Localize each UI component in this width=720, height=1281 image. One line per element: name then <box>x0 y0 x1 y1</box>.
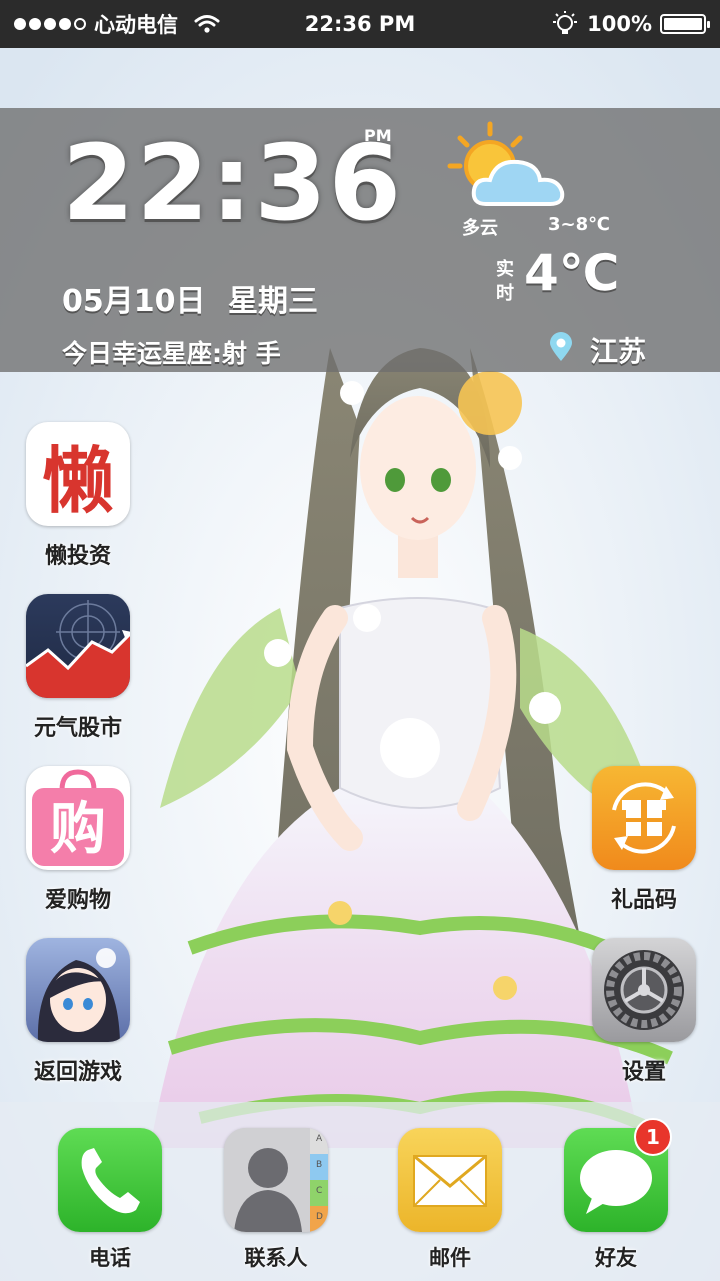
stock-chart-icon <box>26 594 130 698</box>
carrier-name: 心动电信 <box>94 13 178 37</box>
mail-icon <box>398 1128 502 1232</box>
shopping-bag-icon: 购 <box>26 766 130 870</box>
gear-icon <box>592 938 696 1042</box>
battery-icon <box>660 14 710 34</box>
game-avatar-icon <box>26 938 130 1042</box>
phone-icon <box>58 1128 162 1232</box>
app-ai-shopping[interactable]: 购 爱购物 <box>18 766 138 914</box>
lantouzi-icon: 懒 <box>26 422 130 526</box>
dock: 电话 A B C D 联系人 邮件 1 好友 <box>0 1102 720 1281</box>
app-label: 懒投资 <box>44 544 111 569</box>
app-label: 电话 <box>89 1246 131 1270</box>
app-label: 邮件 <box>429 1246 471 1270</box>
clock-weather-widget[interactable]: 22:36 PM 05月10日 星期三 今日幸运星座:射 手 多云 3~8℃ 实… <box>0 108 720 372</box>
contacts-tab-a: A <box>316 1134 323 1144</box>
realtime-label: 实时 <box>496 259 514 304</box>
widget-clock: 22:36 <box>62 122 404 244</box>
contacts-tab-b: B <box>316 1160 323 1170</box>
partly-cloudy-icon <box>447 121 565 206</box>
app-lantouzi[interactable]: 懒 懒投资 <box>18 422 138 570</box>
current-temperature: 4℃ <box>524 244 620 302</box>
dock-mail[interactable]: 邮件 <box>390 1128 510 1272</box>
app-label: 返回游戏 <box>33 1060 122 1085</box>
app-label: 联系人 <box>244 1246 308 1270</box>
lantouzi-glyph: 懒 <box>41 438 114 523</box>
contacts-icon: A B C D <box>224 1128 328 1232</box>
app-settings[interactable]: 设置 <box>584 938 704 1086</box>
dock-messages[interactable]: 1 好友 <box>556 1118 676 1272</box>
dock-contacts[interactable]: A B C D 联系人 <box>216 1128 336 1272</box>
wifi-icon <box>194 15 220 33</box>
lightbulb-icon <box>553 11 578 34</box>
gift-icon <box>592 766 696 870</box>
app-label: 爱购物 <box>44 888 111 913</box>
battery-percent: 100% <box>587 12 652 36</box>
widget-ampm: PM <box>364 126 392 145</box>
notification-badge: 1 <box>634 1118 672 1156</box>
weather-range: 3~8℃ <box>548 214 610 235</box>
weather-condition: 多云 <box>462 218 498 239</box>
app-label: 礼品码 <box>610 888 677 913</box>
app-gift-code[interactable]: 礼品码 <box>584 766 704 914</box>
location-pin-icon <box>550 332 572 361</box>
contacts-tab-c: C <box>316 1186 323 1196</box>
location-name: 江苏 <box>590 335 647 368</box>
app-return-game[interactable]: 返回游戏 <box>18 938 138 1086</box>
widget-weekday: 星期三 <box>228 284 318 319</box>
widget-date: 05月10日 <box>62 284 206 319</box>
shopping-glyph: 购 <box>50 796 106 862</box>
app-label: 设置 <box>621 1060 666 1085</box>
dock-phone[interactable]: 电话 <box>50 1128 170 1272</box>
status-bar: 心动电信 22:36 PM 100% <box>0 0 720 48</box>
signal-strength-icon <box>14 18 86 30</box>
messages-icon: 1 <box>564 1118 672 1232</box>
app-label: 元气股市 <box>33 716 122 741</box>
app-label: 好友 <box>595 1246 637 1270</box>
app-yuanqi-stock[interactable]: 元气股市 <box>18 594 138 742</box>
widget-lucky-sign: 今日幸运星座:射 手 <box>62 339 281 368</box>
contacts-tab-d: D <box>316 1212 323 1222</box>
